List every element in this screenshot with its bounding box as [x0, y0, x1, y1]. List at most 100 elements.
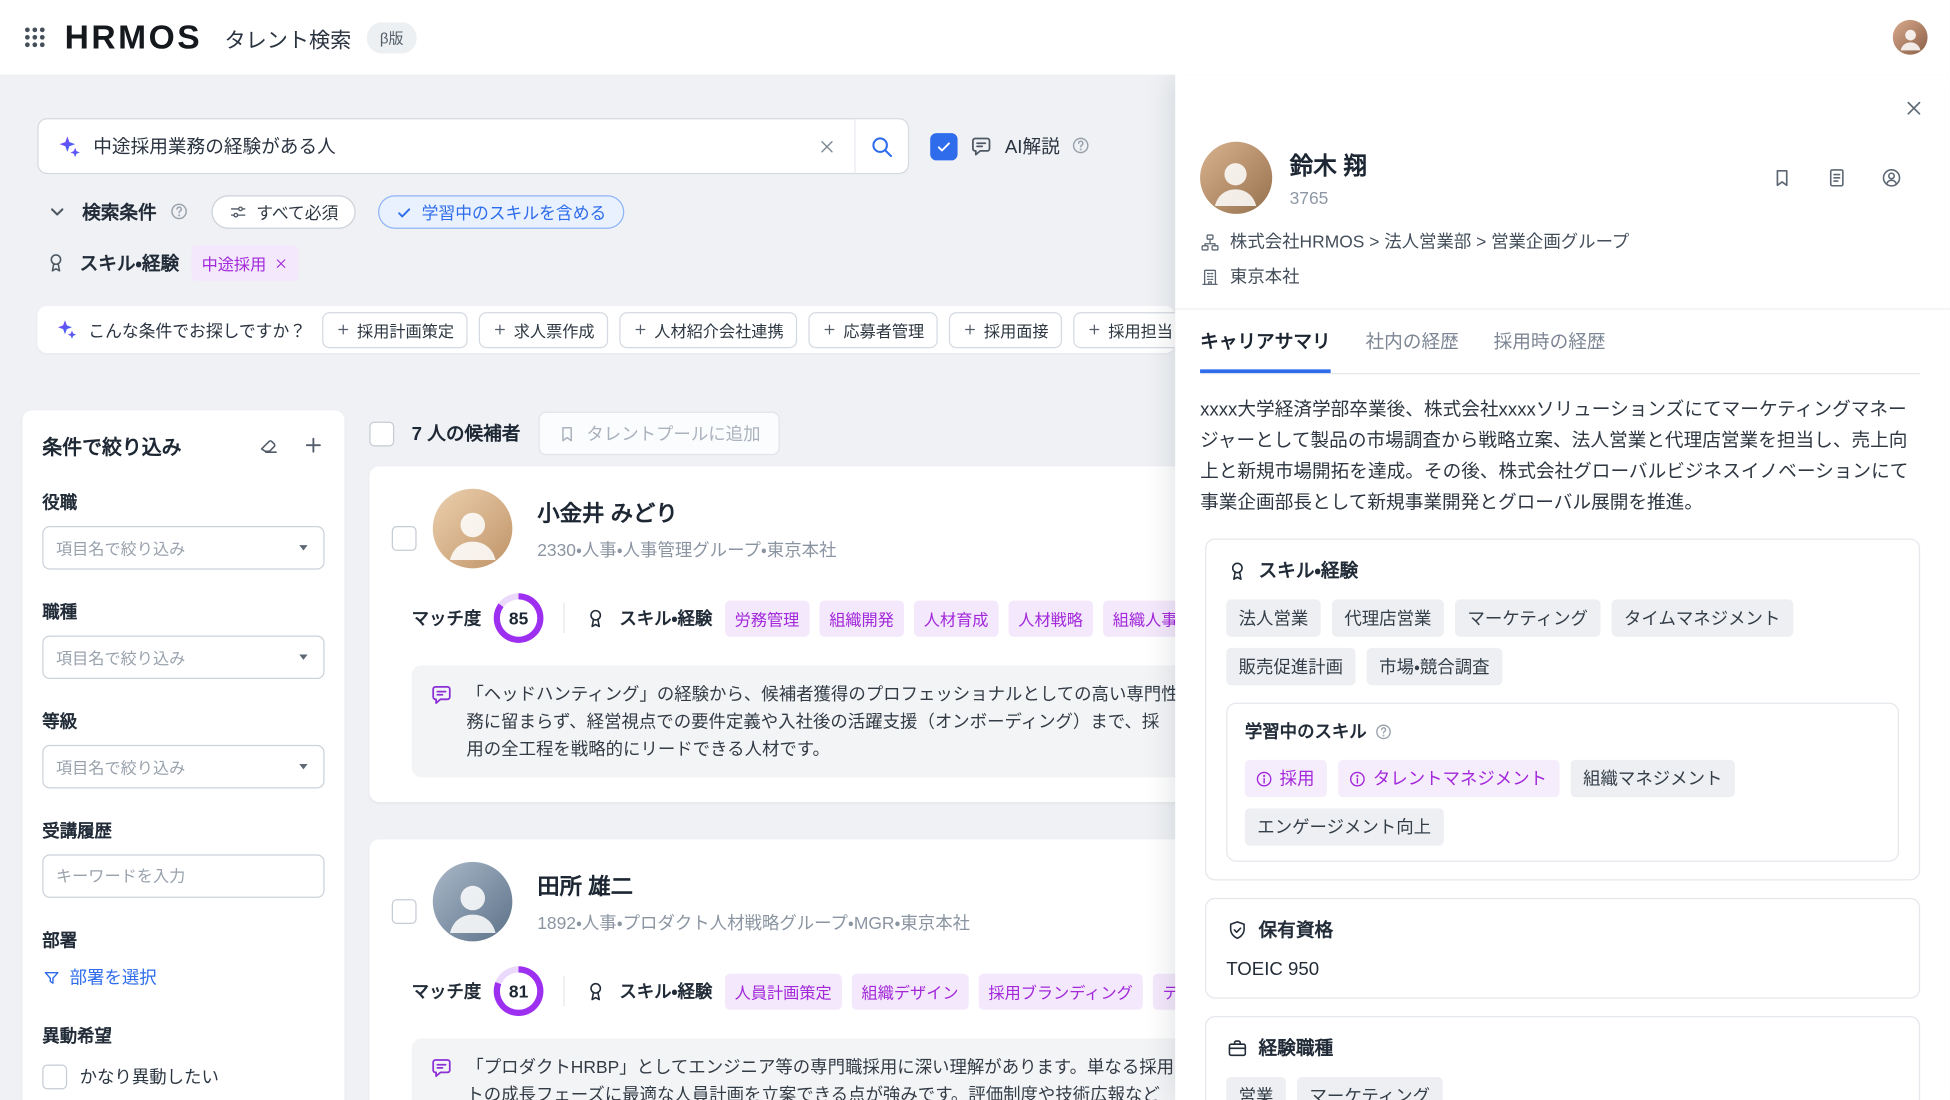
grade-filter-select[interactable]: 項目名で絞り込み — [42, 745, 324, 789]
suggest-sparkle-icon — [55, 318, 77, 341]
job-category-chip[interactable]: マーケティング — [1297, 1077, 1442, 1100]
suggest-chip[interactable]: 応募者管理 — [809, 312, 938, 348]
conditions-title: 検索条件 — [82, 198, 157, 224]
skills-section-title: スキル・経験 — [1259, 557, 1359, 583]
app-title: タレント検索 — [224, 22, 351, 53]
skill-chip[interactable]: マーケティング — [1455, 599, 1600, 636]
skill-chip[interactable]: 代理店営業 — [1332, 599, 1444, 636]
candidate-avatar — [433, 862, 513, 942]
learning-skill-chip[interactable]: タレントマネジメント — [1338, 760, 1559, 797]
skill-chip[interactable]: 組織デザイン — [852, 973, 969, 1009]
filter-label-role: 役職 — [42, 490, 324, 515]
candidate-checkbox[interactable] — [392, 899, 417, 924]
select-department-link[interactable]: 部署を選択 — [42, 965, 156, 990]
org-icon — [1200, 230, 1220, 252]
check-icon — [396, 202, 413, 221]
results-header: 7 人の候補者 タレントプールに追加 — [369, 412, 779, 456]
select-all-checkbox[interactable] — [369, 421, 394, 446]
app-root: HRMOS タレント検索 β版 AI解説 検索条件 すべて必須 学習中のスキルを… — [0, 0, 1950, 1100]
learning-skill-chip[interactable]: 組織マネジメント — [1571, 760, 1735, 797]
conditions-help-icon[interactable] — [169, 200, 189, 222]
skill-chip[interactable]: 労務管理 — [725, 600, 810, 636]
jobtype-filter-select[interactable]: 項目名で絞り込み — [42, 635, 324, 679]
career-summary-text: xxxx大学経済学部卒業後、株式会社xxxxソリューションズにてマーケティングマ… — [1200, 394, 1920, 518]
candidate-avatar — [433, 489, 513, 569]
suggest-chip[interactable]: 採用計画策定 — [322, 312, 468, 348]
ai-explain-checkbox[interactable] — [930, 132, 957, 159]
briefcase-icon — [1226, 1037, 1248, 1059]
profile-icon[interactable] — [1880, 166, 1902, 189]
match-label: マッチ度 — [412, 606, 482, 631]
skill-chip[interactable]: 組織開発 — [819, 600, 904, 636]
ai-explain-label: AI解説 — [1005, 133, 1060, 159]
detail-employee-id: 3765 — [1290, 188, 1367, 208]
suggest-chip[interactable]: 採用面接 — [949, 312, 1062, 348]
candidate-checkbox[interactable] — [392, 526, 417, 551]
results-count: 7 人の候補者 — [412, 420, 521, 446]
chevron-down-icon[interactable] — [45, 199, 70, 224]
add-filter-icon[interactable] — [302, 434, 324, 457]
skills-label: スキル・経験 — [619, 979, 712, 1004]
skill-chip[interactable]: タイムマネジメント — [1612, 599, 1793, 636]
tab-hiring-history[interactable]: 採用時の経歴 — [1494, 328, 1606, 373]
memo-icon[interactable] — [1826, 166, 1848, 189]
office-name: 東京本社 — [1230, 264, 1300, 289]
skill-chip[interactable]: 人材戦略 — [1008, 600, 1093, 636]
search-bar — [37, 118, 909, 174]
candidate-detail-panel: 鈴木 翔 3765 株式会社HRMOS > 法人営業部 > 営業企画グループ 東… — [1175, 75, 1950, 1100]
match-score-ring: 81 — [494, 966, 544, 1016]
ai-sparkle-icon — [56, 134, 81, 159]
search-input[interactable] — [93, 136, 804, 157]
suggest-chip[interactable]: 求人票作成 — [479, 312, 608, 348]
app-launcher-icon[interactable] — [22, 25, 47, 50]
add-to-talent-pool-button[interactable]: タレントプールに追加 — [538, 412, 779, 456]
ai-comment-icon — [429, 1053, 454, 1080]
sliders-icon — [229, 202, 248, 222]
learning-help-icon[interactable] — [1374, 721, 1393, 742]
skill-badge-icon — [584, 607, 606, 630]
filter-label-transfer: 異動希望 — [42, 1023, 324, 1048]
remove-filter-icon[interactable] — [274, 254, 289, 271]
tab-career-summary[interactable]: キャリアサマリ — [1200, 328, 1331, 373]
filter-label-jobtype: 職種 — [42, 599, 324, 624]
learning-skill-chip[interactable]: エンゲージメント向上 — [1245, 808, 1444, 845]
close-icon[interactable] — [1903, 97, 1925, 120]
skill-chip[interactable]: 採用ブランディング — [978, 973, 1142, 1009]
candidate-name: 田所 雄二 — [537, 869, 970, 901]
suggest-chip[interactable]: 採用担当 — [1073, 312, 1175, 348]
tab-internal-history[interactable]: 社内の経歴 — [1365, 328, 1458, 373]
suggest-label: こんな条件でお探しですか？ — [88, 317, 306, 342]
skills-section: スキル・経験 法人営業 代理店営業 マーケティング タイムマネジメント 販売促進… — [1205, 538, 1920, 880]
filter-chip[interactable]: 中途採用 — [192, 245, 299, 281]
skill-chip[interactable]: 販売促進計画 — [1226, 648, 1355, 685]
active-filter-row: スキル・経験 中途採用 — [45, 245, 299, 281]
job-category-chip[interactable]: 営業 — [1226, 1077, 1286, 1100]
all-required-pill[interactable]: すべて必須 — [211, 195, 355, 229]
ai-comment-icon — [429, 680, 454, 707]
role-filter-select[interactable]: 項目名で絞り込み — [42, 526, 324, 570]
filter-label-course: 受講履歴 — [42, 818, 324, 843]
course-filter-input[interactable] — [42, 854, 324, 898]
clear-search-icon[interactable] — [817, 136, 837, 156]
skill-chip[interactable]: 人材育成 — [914, 600, 999, 636]
help-icon[interactable] — [1071, 135, 1091, 157]
skill-badge-icon — [584, 980, 606, 1003]
search-button[interactable] — [854, 119, 907, 172]
building-icon — [1200, 265, 1220, 287]
job-categories-section: 経験職種 営業 マーケティング — [1205, 1016, 1920, 1100]
match-label: マッチ度 — [412, 979, 482, 1004]
suggest-chip[interactable]: 人材紹介会社連携 — [619, 312, 797, 348]
bookmark-icon[interactable] — [1771, 166, 1793, 189]
divider — [563, 976, 564, 1006]
top-header: HRMOS タレント検索 β版 — [0, 0, 1950, 75]
skill-chip[interactable]: 人員計画策定 — [725, 973, 842, 1009]
skill-chip[interactable]: 法人営業 — [1226, 599, 1321, 636]
skill-chip[interactable]: 市場・競合調査 — [1367, 648, 1502, 685]
transfer-option-strong[interactable]: かなり異動したい — [42, 1064, 324, 1089]
include-learning-pill[interactable]: 学習中のスキルを含める — [378, 195, 624, 229]
checkbox[interactable] — [42, 1064, 67, 1089]
user-avatar[interactable] — [1893, 20, 1928, 55]
clear-filters-icon[interactable] — [257, 434, 279, 457]
learning-skill-chip[interactable]: 採用 — [1245, 760, 1327, 797]
suggestion-bar: こんな条件でお探しですか？ 採用計画策定 求人票作成 人材紹介会社連携 応募者管… — [37, 306, 1175, 353]
